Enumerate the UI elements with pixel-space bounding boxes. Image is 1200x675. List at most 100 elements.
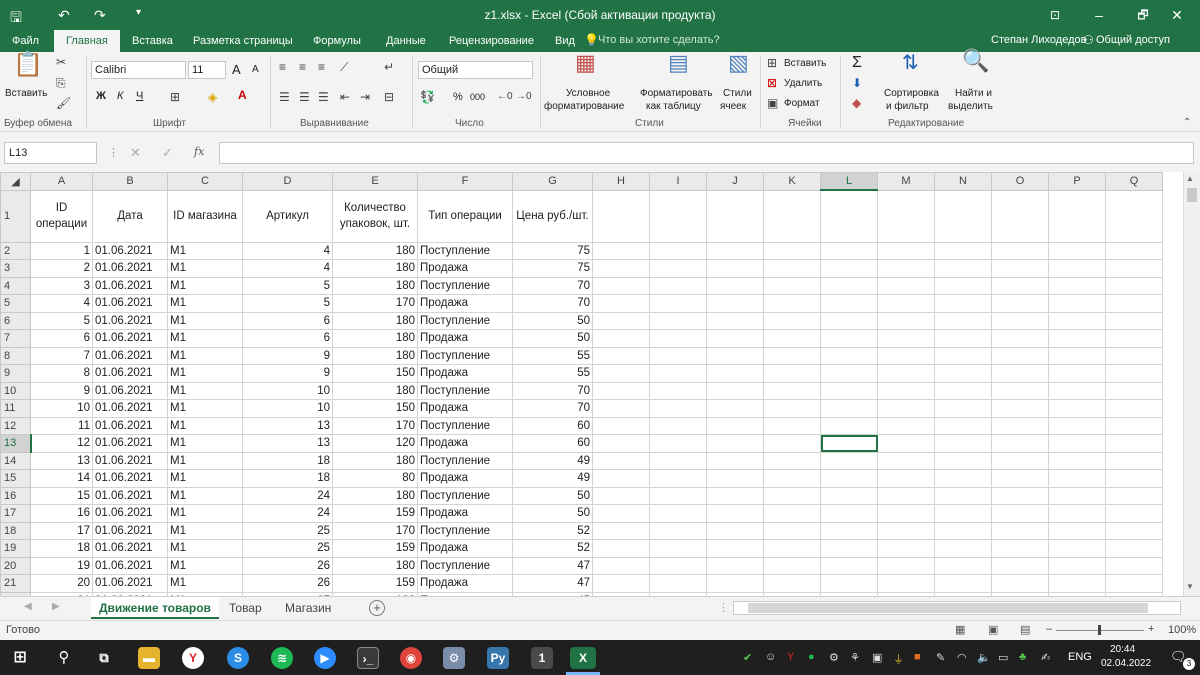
row-header[interactable]: 7	[0, 329, 31, 348]
cell[interactable]	[1048, 416, 1106, 435]
worksheet-grid[interactable]: ◢ A B C D E F G H I J K L M N O P Q 1 ID…	[0, 172, 1200, 596]
row-header[interactable]: 5	[0, 294, 31, 313]
delete-cells-button[interactable]: Удалить	[784, 78, 822, 89]
column-header[interactable]: J	[706, 172, 764, 191]
find-select-line2[interactable]: выделить	[948, 101, 993, 112]
cell[interactable]	[934, 259, 992, 278]
column-header[interactable]: K	[763, 172, 821, 191]
table-cell[interactable]: Поступление	[417, 276, 513, 295]
table-cell[interactable]: 75	[512, 241, 593, 260]
sheet-tab-movement[interactable]: Движение товаров	[91, 597, 219, 619]
table-cell[interactable]: 24	[242, 486, 333, 505]
table-cell[interactable]: 70	[512, 399, 593, 418]
cell[interactable]	[991, 521, 1049, 540]
table-cell[interactable]: Поступление	[417, 556, 513, 575]
cell[interactable]	[934, 504, 992, 523]
sheet-tab-store[interactable]: Магазин	[277, 597, 339, 619]
cell[interactable]	[1105, 556, 1163, 575]
table-cell[interactable]: 5	[30, 311, 93, 330]
table-cell[interactable]: 18	[30, 539, 93, 558]
column-header[interactable]: N	[934, 172, 992, 191]
cell[interactable]	[592, 451, 650, 470]
cell[interactable]	[1105, 364, 1163, 383]
cell[interactable]	[649, 294, 707, 313]
column-header[interactable]: O	[991, 172, 1049, 191]
table-cell[interactable]: 180	[332, 329, 418, 348]
table-cell[interactable]: 10	[242, 399, 333, 418]
insert-cells-button[interactable]: Вставить	[784, 58, 826, 69]
cell[interactable]	[763, 381, 821, 400]
table-cell[interactable]: 01.06.2021	[92, 486, 168, 505]
table-cell[interactable]: 01.06.2021	[92, 416, 168, 435]
formula-input[interactable]	[219, 142, 1194, 164]
format-as-table-icon[interactable]: ▤	[668, 52, 689, 74]
table-cell[interactable]: Поступление	[417, 346, 513, 365]
table-cell[interactable]: 01.06.2021	[92, 521, 168, 540]
python-icon[interactable]: Py	[487, 647, 509, 669]
conditional-formatting-line2[interactable]: форматирование	[544, 101, 624, 112]
cell[interactable]	[877, 276, 935, 295]
cell[interactable]	[592, 486, 650, 505]
row-header[interactable]: 1	[0, 189, 31, 243]
table-cell[interactable]: 9	[30, 381, 93, 400]
table-cell[interactable]: 6	[242, 329, 333, 348]
prev-sheet-icon[interactable]: ◀	[24, 601, 32, 612]
fill-color-icon[interactable]: ◈	[208, 90, 217, 104]
align-middle-icon[interactable]: ≡	[299, 60, 306, 74]
cell[interactable]	[649, 539, 707, 558]
cell[interactable]	[706, 259, 764, 278]
cell[interactable]	[877, 469, 935, 488]
cell[interactable]	[1105, 189, 1163, 243]
table-cell[interactable]: Продажа	[417, 469, 513, 488]
cell[interactable]	[934, 399, 992, 418]
cell[interactable]	[877, 434, 935, 453]
cell[interactable]	[1048, 451, 1106, 470]
excel-taskbar-icon[interactable]: X	[570, 647, 596, 669]
cell[interactable]	[763, 486, 821, 505]
sort-filter-line1[interactable]: Сортировка	[884, 88, 939, 99]
cell[interactable]	[820, 346, 878, 365]
cell[interactable]	[1105, 539, 1163, 558]
table-cell[interactable]: 50	[512, 486, 593, 505]
table-cell[interactable]: Продажа	[417, 294, 513, 313]
cell[interactable]	[877, 451, 935, 470]
table-cell[interactable]: 52	[512, 539, 593, 558]
cell[interactable]	[934, 521, 992, 540]
cell[interactable]	[649, 556, 707, 575]
zoom-level[interactable]: 100%	[1168, 624, 1196, 636]
table-cell[interactable]: 15	[30, 486, 93, 505]
table-cell[interactable]: 01.06.2021	[92, 504, 168, 523]
chrome-icon[interactable]: ◉	[400, 647, 422, 669]
office-tray-icon[interactable]: ■	[914, 651, 921, 663]
cell[interactable]	[991, 434, 1049, 453]
zoom-out-button[interactable]: –	[1046, 623, 1052, 635]
cell[interactable]	[763, 574, 821, 593]
cell[interactable]	[820, 416, 878, 435]
usb-tray-icon[interactable]: ⏚	[893, 651, 904, 667]
cell[interactable]	[877, 311, 935, 330]
cell[interactable]	[592, 346, 650, 365]
cell[interactable]	[877, 329, 935, 348]
cell[interactable]	[592, 416, 650, 435]
cell[interactable]	[592, 311, 650, 330]
cell[interactable]	[877, 504, 935, 523]
cell[interactable]	[934, 241, 992, 260]
table-cell[interactable]: Продажа	[417, 574, 513, 593]
tab-formulas[interactable]: Формулы	[311, 30, 363, 52]
table-cell[interactable]: 49	[512, 469, 593, 488]
table-cell[interactable]: 17	[30, 521, 93, 540]
cell[interactable]	[820, 364, 878, 383]
align-top-icon[interactable]: ≡	[279, 60, 286, 74]
table-cell[interactable]: 47	[512, 556, 593, 575]
format-painter-icon[interactable]: 🖌	[56, 96, 71, 110]
grow-font-button[interactable]: A	[232, 62, 241, 77]
table-cell[interactable]: 159	[332, 504, 418, 523]
cell[interactable]	[934, 416, 992, 435]
cell[interactable]	[706, 486, 764, 505]
cell[interactable]	[877, 346, 935, 365]
sheet-tab-products[interactable]: Товар	[221, 597, 270, 619]
cell[interactable]	[763, 311, 821, 330]
tell-me-search[interactable]: Что вы хотите сделать?	[598, 34, 720, 46]
cell-styles-icon[interactable]: ▧	[728, 52, 749, 74]
sort-filter-line2[interactable]: и фильтр	[886, 101, 929, 112]
